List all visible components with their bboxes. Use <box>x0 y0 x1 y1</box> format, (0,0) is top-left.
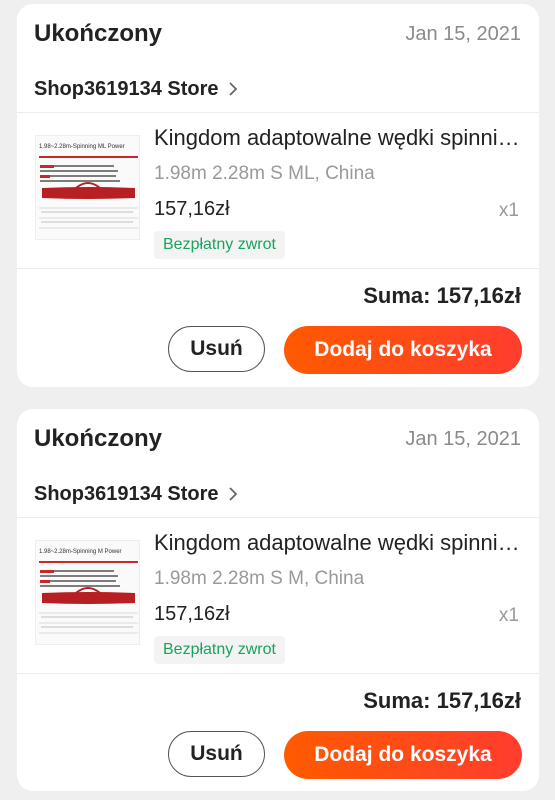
chevron-right-icon[interactable] <box>227 81 239 97</box>
order-total: Suma: 157,16zł <box>363 283 521 308</box>
product-name[interactable]: Kingdom adaptowalne wędki spinningowe <box>154 125 524 151</box>
product-thumbnail[interactable]: 1.98~2.28m-Spinning ML Power <box>35 135 140 240</box>
free-return-badge: Bezpłatny zwrot <box>154 231 285 259</box>
product-variant: 1.98m 2.28m S ML, China <box>154 163 375 184</box>
order-date: Jan 15, 2021 <box>405 428 521 450</box>
order-status: Ukończony <box>34 20 163 47</box>
product-quantity: x1 <box>498 200 519 221</box>
order-list: Ukończony Jan 15, 2021 Shop3619134 Store… <box>0 0 555 800</box>
add-to-cart-button[interactable]: Dodaj do koszyka <box>284 326 522 374</box>
order-item[interactable]: 1.98~2.28m-Spinning M Power Kingdom adap… <box>17 518 539 674</box>
order-total: Suma: 157,16zł <box>363 688 521 713</box>
product-price: 157,16zł <box>154 603 230 625</box>
order-card: Ukończony Jan 15, 2021 Shop3619134 Store… <box>17 409 539 791</box>
order-status: Ukończony <box>34 425 163 452</box>
store-link[interactable]: Shop3619134 Store <box>17 60 539 113</box>
store-name[interactable]: Shop3619134 Store <box>34 483 219 506</box>
fishing-rod-image <box>39 561 138 634</box>
fishing-rod-image <box>39 156 138 229</box>
product-name[interactable]: Kingdom adaptowalne wędki spinningowe <box>154 530 524 556</box>
store-name[interactable]: Shop3619134 Store <box>34 78 219 101</box>
order-date: Jan 15, 2021 <box>405 23 521 45</box>
order-card: Ukończony Jan 15, 2021 Shop3619134 Store… <box>17 4 539 387</box>
add-to-cart-button[interactable]: Dodaj do koszyka <box>284 731 522 779</box>
remove-button[interactable]: Usuń <box>168 326 265 372</box>
remove-button[interactable]: Usuń <box>168 731 265 777</box>
order-header: Ukończony Jan 15, 2021 <box>17 409 539 465</box>
product-thumbnail[interactable]: 1.98~2.28m-Spinning M Power <box>35 540 140 645</box>
chevron-right-icon[interactable] <box>227 486 239 502</box>
product-quantity: x1 <box>498 605 519 626</box>
product-price: 157,16zł <box>154 198 230 220</box>
product-variant: 1.98m 2.28m S M, China <box>154 568 365 589</box>
store-link[interactable]: Shop3619134 Store <box>17 465 539 518</box>
order-item[interactable]: 1.98~2.28m-Spinning ML Power Kingdom ada… <box>17 113 539 269</box>
free-return-badge: Bezpłatny zwrot <box>154 636 285 664</box>
order-header: Ukończony Jan 15, 2021 <box>17 4 539 60</box>
